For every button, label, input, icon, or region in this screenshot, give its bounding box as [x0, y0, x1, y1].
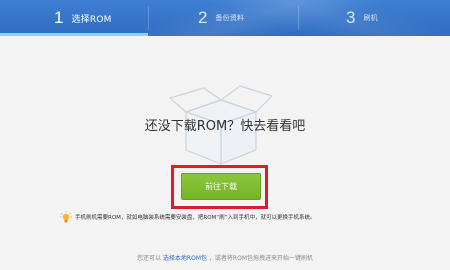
go-download-button[interactable]: 前往下载 — [181, 173, 261, 200]
step-label: 刷机 — [363, 14, 378, 22]
tip-line: 手机刷机需要ROM，就如电脑装系统需要安装盘，把ROM“刷”入到手机中，就可以更… — [60, 210, 400, 224]
step-bar: 1 选择ROM 2 备份资料 3 刷机 — [0, 0, 450, 36]
hint-prefix: 您还可以 — [136, 255, 161, 262]
step-number: 1 — [54, 8, 64, 27]
step-select-rom: 1 选择ROM — [0, 0, 148, 36]
bottom-hint: 您还可以 选择本地ROM包 ，或者将ROM包拖拽进来开始一键刷机 — [0, 253, 450, 262]
step-label: 备份资料 — [215, 14, 245, 22]
hint-suffix: ，或者将ROM包拖拽进来开始一键刷机 — [208, 255, 313, 262]
step-flash: 3 刷机 — [298, 0, 450, 36]
empty-state-heading: 还没下载ROM？快去看看吧 — [144, 119, 306, 134]
step-divider — [298, 6, 299, 30]
tip-text: 手机刷机需要ROM，就如电脑装系统需要安装盘，把ROM“刷”入到手机中，就可以更… — [75, 215, 316, 221]
step-divider — [148, 6, 149, 30]
select-local-rom-link[interactable]: 选择本地ROM包 — [163, 255, 207, 262]
step-label: 选择ROM — [71, 14, 112, 25]
lightbulb-icon — [60, 210, 72, 222]
active-step-indicator — [0, 33, 148, 36]
step-backup-data: 2 备份资料 — [148, 0, 298, 36]
step-number: 3 — [346, 8, 356, 27]
step-number: 2 — [198, 8, 208, 27]
